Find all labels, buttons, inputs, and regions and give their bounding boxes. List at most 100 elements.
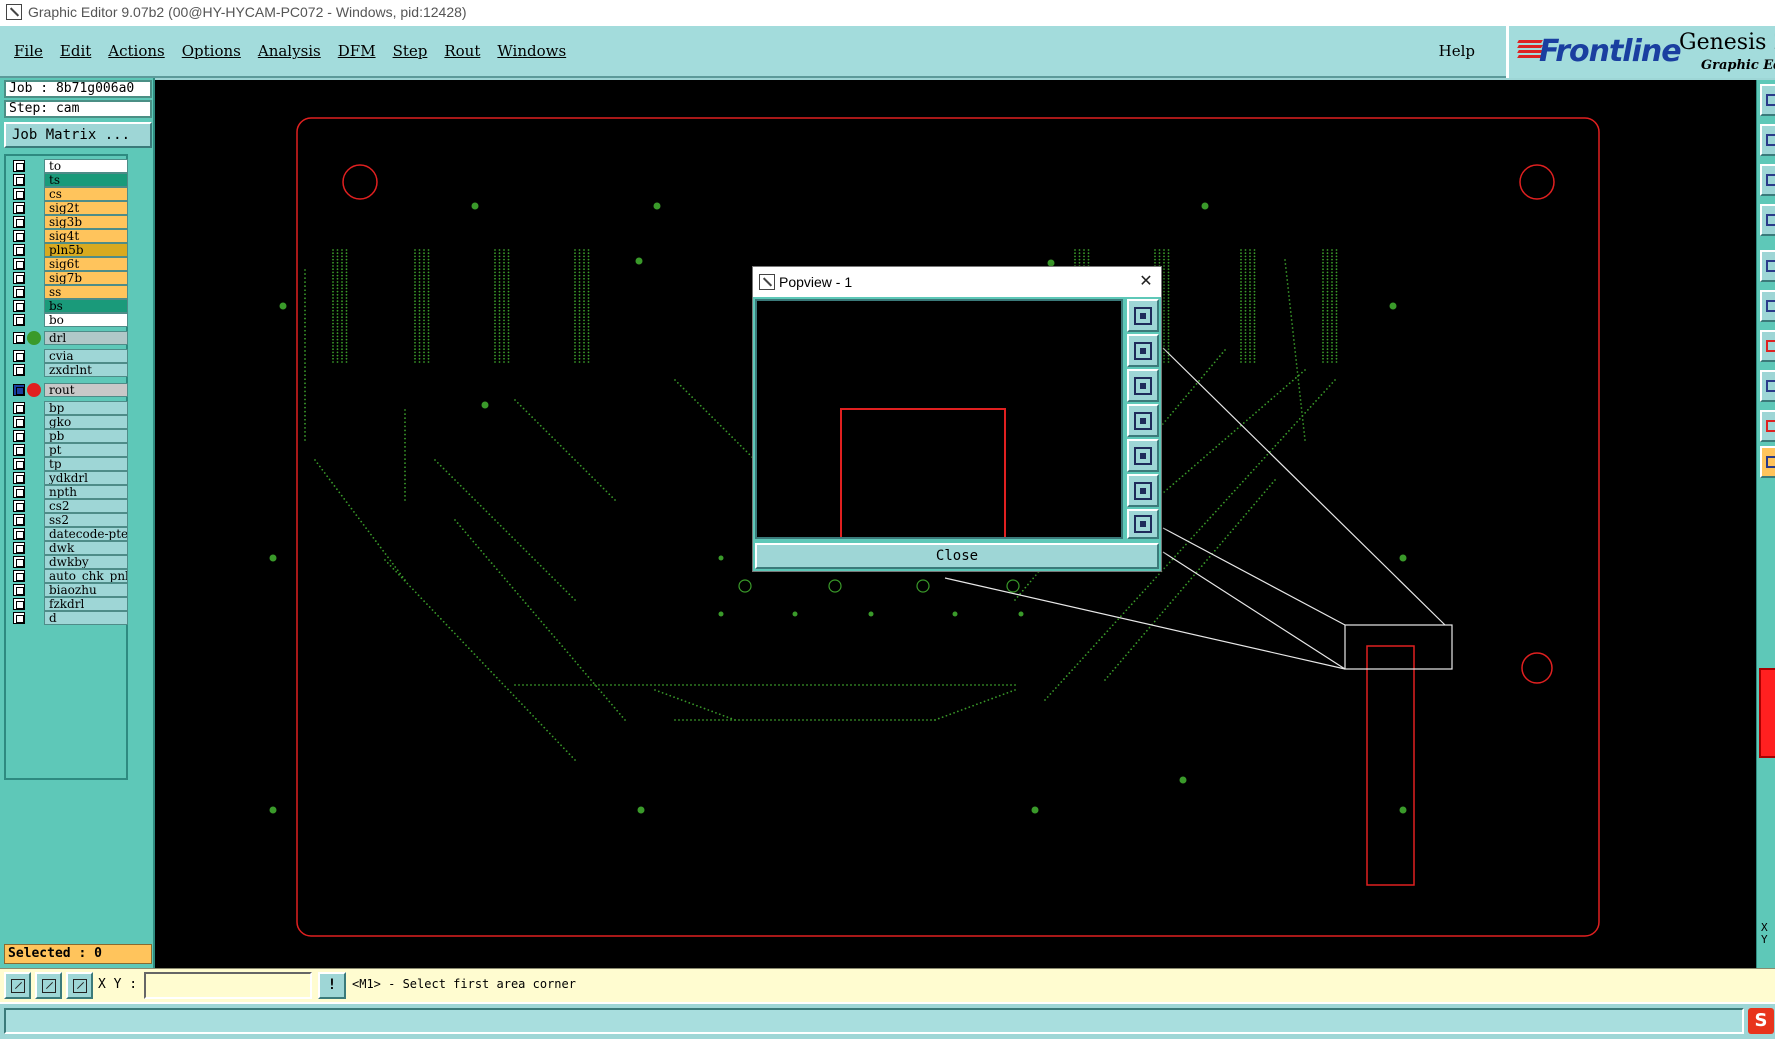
layer-checkbox[interactable] [13, 415, 25, 428]
layer-checkbox[interactable] [13, 555, 25, 568]
layer-name[interactable]: auto_chk_pnl [44, 568, 128, 583]
layer-name[interactable]: bs [44, 298, 128, 313]
layer-name[interactable]: rout [44, 382, 128, 397]
layer-name[interactable]: pt [44, 442, 128, 457]
menu-rout[interactable]: Rout [444, 42, 480, 60]
layer-name[interactable]: to [44, 158, 128, 173]
layer-row-auto_chk_pnl[interactable]: auto_chk_pnl [8, 568, 128, 583]
layer-row-d[interactable]: d [8, 610, 128, 625]
layer-name[interactable]: ss2 [44, 512, 128, 527]
layer-name[interactable]: cs2 [44, 498, 128, 513]
layer-checkbox[interactable] [13, 215, 25, 228]
layer-row-npth[interactable]: npth [8, 484, 128, 499]
layer-checkbox[interactable] [13, 383, 25, 396]
layer-checkbox[interactable] [13, 159, 25, 172]
layer-checkbox[interactable] [13, 299, 25, 312]
layer-name[interactable]: tp [44, 456, 128, 471]
layer-checkbox[interactable] [13, 611, 25, 624]
layer-name[interactable]: fzkdrl [44, 596, 128, 611]
layer-row-dwk[interactable]: dwk [8, 540, 128, 555]
layer-name[interactable]: npth [44, 484, 128, 499]
layer-row-datecode-pte[interactable]: datecode-pte [8, 526, 128, 541]
layer-name[interactable]: cs [44, 186, 128, 201]
menu-dfm[interactable]: DFM [338, 42, 376, 60]
layer-row-ss[interactable]: ss [8, 284, 128, 299]
right-tool-1[interactable] [1760, 84, 1775, 116]
layer-checkbox[interactable] [13, 257, 25, 270]
layer-checkbox[interactable] [13, 429, 25, 442]
layer-row-to[interactable]: to [8, 158, 128, 173]
zoom-out-icon[interactable] [1127, 509, 1159, 539]
layer-row-sig3b[interactable]: sig3b [8, 214, 128, 229]
close-icon[interactable]: ✕ [1137, 272, 1155, 290]
select-mode-icon[interactable] [4, 972, 31, 999]
exclamation-button[interactable]: ! [318, 972, 346, 999]
pan-left-icon[interactable] [1127, 404, 1159, 437]
pan-right-icon[interactable] [1127, 439, 1159, 472]
xy-coordinate-input[interactable] [144, 972, 312, 999]
layer-checkbox[interactable] [13, 173, 25, 186]
right-tool-7[interactable] [1760, 330, 1775, 362]
right-tool-3[interactable] [1760, 164, 1775, 196]
layer-row-cs2[interactable]: cs2 [8, 498, 128, 513]
layer-name[interactable]: ydkdrl [44, 470, 128, 485]
layer-checkbox[interactable] [13, 229, 25, 242]
layer-checkbox[interactable] [13, 597, 25, 610]
layer-name[interactable]: sig7b [44, 270, 128, 285]
menu-file[interactable]: File [14, 42, 43, 60]
layer-checkbox[interactable] [13, 583, 25, 596]
pan-down-icon[interactable] [1127, 369, 1159, 402]
menu-options[interactable]: Options [182, 42, 241, 60]
layer-row-tp[interactable]: tp [8, 456, 128, 471]
layer-checkbox[interactable] [13, 485, 25, 498]
layer-name[interactable]: cvia [44, 348, 128, 363]
popview-viewport[interactable] [755, 299, 1123, 539]
layer-row-pln5b[interactable]: pln5b [8, 242, 128, 257]
layer-name[interactable]: dwk [44, 540, 128, 555]
layer-row-sig7b[interactable]: sig7b [8, 270, 128, 285]
layer-checkbox[interactable] [13, 349, 25, 362]
grid-snap-icon[interactable] [66, 972, 93, 999]
layer-name[interactable]: zxdrlnt [44, 362, 128, 377]
layer-row-fzkdrl[interactable]: fzkdrl [8, 596, 128, 611]
layer-row-dwkby[interactable]: dwkby [8, 554, 128, 569]
layer-row-ts[interactable]: ts [8, 172, 128, 187]
layer-row-bp[interactable]: bp [8, 400, 128, 415]
layer-row-sig6t[interactable]: sig6t [8, 256, 128, 271]
layer-checkbox[interactable] [13, 243, 25, 256]
layer-row-ydkdrl[interactable]: ydkdrl [8, 470, 128, 485]
menu-windows[interactable]: Windows [497, 42, 566, 60]
layer-row-sig2t[interactable]: sig2t [8, 200, 128, 215]
menu-edit[interactable]: Edit [60, 42, 91, 60]
right-tool-10[interactable] [1760, 446, 1775, 478]
layer-name[interactable]: sig3b [44, 214, 128, 229]
layer-row-cs[interactable]: cs [8, 186, 128, 201]
right-tool-9[interactable] [1760, 410, 1775, 442]
pan-up-icon[interactable] [1127, 334, 1159, 367]
layer-name[interactable]: d [44, 610, 128, 625]
layer-name[interactable]: bo [44, 312, 128, 327]
layer-checkbox[interactable] [13, 187, 25, 200]
layer-row-cvia[interactable]: cvia [8, 348, 128, 363]
layer-row-drl[interactable]: drl [8, 330, 128, 345]
right-tool-5[interactable] [1760, 250, 1775, 282]
layer-checkbox[interactable] [13, 401, 25, 414]
menu-help[interactable]: Help [1439, 42, 1475, 60]
layer-name[interactable]: sig6t [44, 256, 128, 271]
layer-checkbox[interactable] [13, 313, 25, 326]
layer-checkbox[interactable] [13, 443, 25, 456]
right-tool-4[interactable] [1760, 204, 1775, 236]
popview-title-bar[interactable]: Popview - 1 ✕ [753, 267, 1161, 297]
popview-close-button[interactable]: Close [755, 543, 1159, 569]
layer-name[interactable]: sig2t [44, 200, 128, 215]
layer-row-rout[interactable]: rout [8, 382, 128, 397]
layer-row-pb[interactable]: pb [8, 428, 128, 443]
layer-name[interactable]: pln5b [44, 242, 128, 257]
layer-checkbox[interactable] [13, 527, 25, 540]
right-tool-6[interactable] [1760, 290, 1775, 322]
layer-checkbox[interactable] [13, 363, 25, 376]
layer-checkbox[interactable] [13, 471, 25, 484]
zoom-home-icon[interactable] [1127, 299, 1159, 332]
layer-checkbox[interactable] [13, 285, 25, 298]
layer-row-ss2[interactable]: ss2 [8, 512, 128, 527]
